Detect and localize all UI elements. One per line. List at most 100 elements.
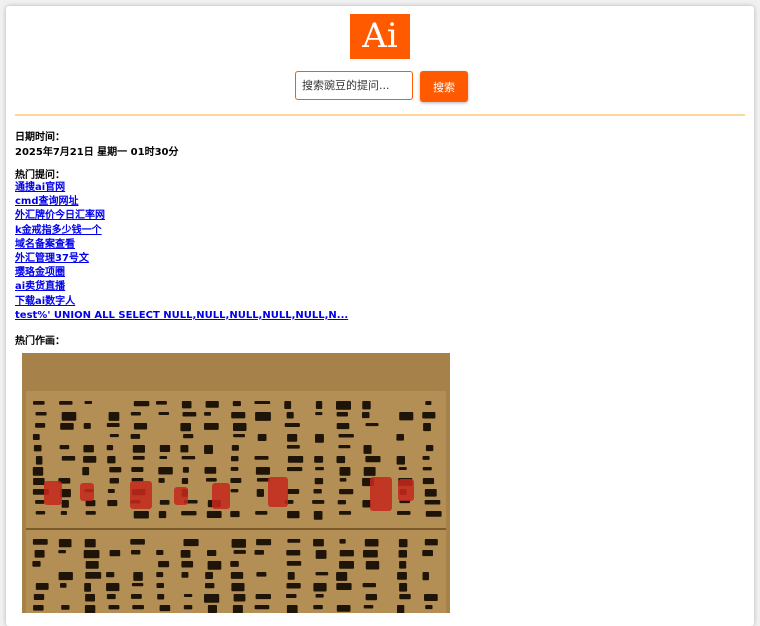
ink-stroke [315,434,324,443]
list-item: 外汇牌价今日汇率网 [15,209,348,223]
ink-stroke [59,445,70,450]
ink-stroke [204,467,217,474]
list-item: 通搜ai官网 [15,181,348,195]
ink-stroke [254,550,264,555]
ink-stroke [180,445,189,453]
ink-stroke [130,434,141,439]
ink-stroke [422,412,436,419]
ink-stroke [232,605,243,613]
ink-stroke [365,594,377,601]
ink-stroke [422,467,432,471]
ink-stroke [183,605,193,610]
hot-question-link[interactable]: 通搜ai官网 [15,182,65,193]
ink-stroke [284,423,300,427]
ink-stroke [231,412,246,419]
ink-stroke [204,412,211,416]
ink-stroke [287,511,300,519]
ink-stroke [156,583,164,588]
hot-question-link[interactable]: 域名备案查看 [15,239,75,250]
ink-stroke [35,412,47,416]
ink-stroke [230,489,239,493]
red-seal-stamp [212,483,230,509]
ink-stroke [35,423,46,428]
hot-question-link[interactable]: test%' UNION ALL SELECT NULL,NULL,NULL,N… [15,310,348,321]
ink-stroke [183,434,194,439]
ink-stroke [313,583,327,592]
hot-question-link[interactable]: 外汇管理37号文 [15,253,89,264]
hot-paintings-label: 热门作画： [15,336,65,347]
ink-stroke [35,511,46,515]
ink-stroke [204,445,213,454]
hot-question-link[interactable]: ai卖货直播 [15,281,65,292]
ink-stroke [396,456,405,465]
ink-stroke [397,605,405,613]
ink-stroke [204,594,220,603]
ink-stroke [130,539,145,545]
painting-image[interactable] [22,353,450,613]
ink-stroke [85,594,95,602]
hot-question-link[interactable]: 下载ai数字人 [15,296,75,307]
ink-stroke [363,445,372,454]
search-button[interactable]: 搜索 [420,71,468,102]
ink-stroke [336,412,348,417]
ink-stroke [424,539,438,546]
ink-stroke [336,583,352,590]
ink-stroke [313,489,322,494]
search-input[interactable] [295,71,413,100]
red-seal-stamp [398,479,414,501]
ink-stroke [337,500,346,505]
ink-stroke [255,511,268,515]
ink-stroke [254,605,270,610]
ink-stroke [364,539,379,547]
ink-stroke [315,594,324,598]
ink-stroke [362,583,376,588]
ink-stroke [286,561,302,566]
ink-stroke [159,456,168,459]
ink-stroke [397,511,411,515]
ink-stroke [232,401,241,407]
ink-stroke [336,456,346,464]
ink-stroke [254,401,271,404]
ink-stroke [365,423,379,427]
ai-logo[interactable]: Ai [350,14,410,59]
hot-question-link[interactable]: 外汇牌价今日汇率网 [15,210,105,221]
ink-stroke [132,445,145,453]
ink-stroke [315,572,329,576]
ink-stroke [131,594,142,599]
ink-stroke [181,401,192,409]
ink-stroke [287,539,301,543]
ink-stroke [61,605,70,610]
ink-stroke [287,467,303,472]
datetime-value: 2025年7月21日 星期一 01时30分 [15,147,179,158]
red-seal-stamp [174,487,188,505]
ink-stroke [108,605,120,610]
ink-stroke [256,539,272,546]
ink-stroke [158,561,170,568]
ink-stroke [82,467,90,476]
hot-question-link[interactable]: k金戒指多少钱一个 [15,225,102,236]
ink-stroke [207,550,217,556]
hot-question-link[interactable]: 璎珞金项圈 [15,267,65,278]
ink-stroke [33,401,45,405]
ink-stroke [156,401,167,405]
ink-stroke [255,467,270,475]
ink-stroke [83,456,97,463]
ink-stroke [399,583,408,592]
ink-stroke [398,539,408,548]
ink-stroke [106,423,120,427]
hot-question-link[interactable]: cmd查询网址 [15,196,79,207]
list-item: cmd查询网址 [15,195,348,209]
ink-stroke [157,594,165,600]
ink-stroke [33,594,45,600]
ink-stroke [230,572,244,579]
ink-stroke [363,467,376,476]
ink-stroke [108,412,120,421]
ink-stroke [158,478,165,483]
ink-stroke [424,489,437,497]
ink-stroke [425,445,434,452]
ink-stroke [362,412,370,419]
ink-stroke [206,511,222,518]
ink-stroke [399,561,407,569]
ink-stroke [254,456,269,460]
ink-stroke [257,434,267,441]
